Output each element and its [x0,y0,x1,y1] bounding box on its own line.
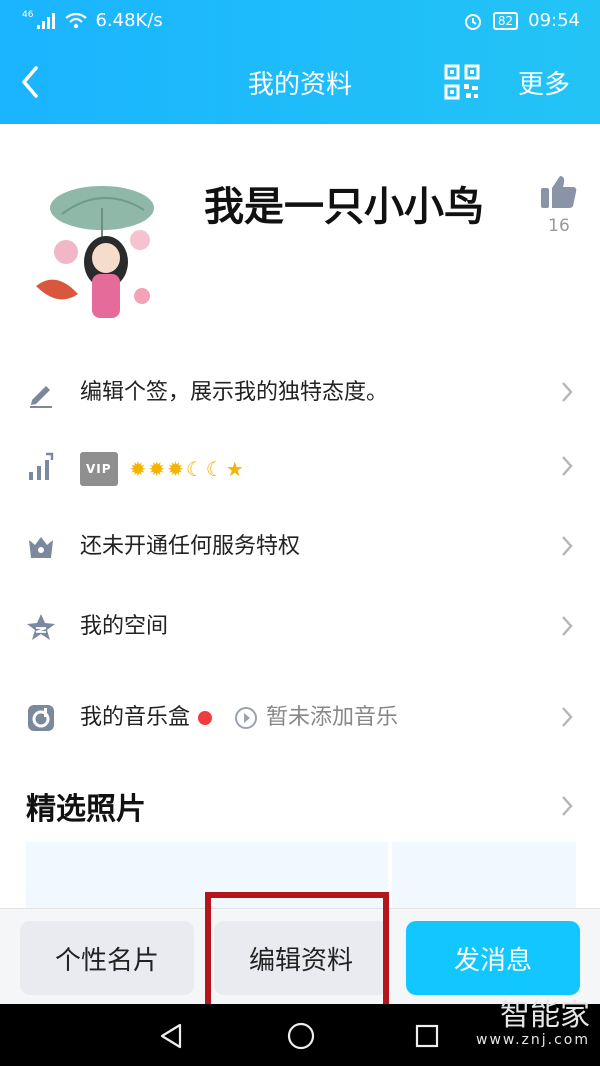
like-count: 16 [548,216,570,236]
thumbs-up-icon[interactable] [539,174,579,210]
notification-dot [198,711,213,725]
chevron-right-icon [562,382,573,402]
music-box-icon [28,705,54,731]
status-bar: 46 6.48K/s 82 09:54 [0,0,600,42]
network-speed: 6.48K/s [95,10,163,31]
photo-thumbnail[interactable] [392,842,576,908]
signature-row[interactable]: 编辑个签，展示我的独特态度。 [0,352,600,432]
my-space-text: 我的空间 [80,614,169,639]
send-message-button[interactable]: 发消息 [406,921,580,995]
more-button[interactable]: 更多 [518,64,570,101]
signal-icon [37,12,56,29]
chevron-right-icon [562,707,573,727]
sun-level-icon: ✹ [167,457,184,481]
crown-icon [29,537,53,558]
chevron-right-icon[interactable] [560,794,574,818]
moon-level-icon: ☾ [185,457,204,481]
watermark-url: www.znj.com [476,1032,590,1048]
top-header: 46 6.48K/s 82 09:54 我的资料 更多 [0,0,600,124]
like-widget[interactable]: 16 [536,174,582,236]
vip-row[interactable]: VIP ✹ ✹ ✹ ☾ ☾ ★ [0,426,600,506]
music-box-row[interactable]: 我的音乐盒 暂未添加音乐 [0,677,600,757]
profile-avatar[interactable] [22,174,178,330]
pencil-icon [30,386,52,408]
nav-back-icon[interactable] [158,1022,184,1050]
highlight-box [205,892,389,1018]
featured-photos-title: 精选照片 [26,792,146,827]
battery-indicator: 82 [492,11,519,30]
qr-code-icon[interactable] [444,64,480,100]
sun-level-icon: ✹ [148,457,166,481]
star-level-icon: ★ [225,457,244,481]
music-box-label: 我的音乐盒 暂未添加音乐 [80,703,398,733]
service-text: 还未开通任何服务特权 [80,534,301,559]
music-status-text: 暂未添加音乐 [266,705,399,730]
clock: 09:54 [528,10,580,31]
alarm-icon [464,13,481,30]
nav-bar: 我的资料 更多 [0,42,600,124]
signature-text: 编辑个签，展示我的独特态度。 [80,380,389,405]
space-star-icon [27,614,55,640]
nav-recents-icon[interactable] [414,1023,440,1049]
moon-level-icon: ☾ [205,457,224,481]
chevron-right-icon [562,456,573,476]
nav-home-icon[interactable] [286,1021,316,1051]
vip-badge: VIP [80,452,118,486]
watermark: 智能家 www.znj.com [476,998,590,1049]
personal-card-button[interactable]: 个性名片 [20,921,194,995]
vip-level: VIP ✹ ✹ ✹ ☾ ☾ ★ [80,452,244,486]
page-title: 我的资料 [247,70,352,100]
network-type: 46 [22,9,34,20]
sun-level-icon: ✹ [129,457,147,481]
music-status: 暂未添加音乐 [234,703,398,733]
play-circle-icon [235,707,258,729]
music-box-text: 我的音乐盒 [80,705,191,730]
my-space-row[interactable]: 我的空间 [0,586,600,666]
chevron-right-icon [562,616,573,636]
nickname: 我是一只小小鸟 [204,184,484,230]
wifi-icon [65,12,88,28]
watermark-brand: 智能家 [500,998,590,1033]
level-bars-icon [29,452,54,480]
service-privilege-row[interactable]: 还未开通任何服务特权 [0,506,600,586]
chevron-right-icon [562,536,573,556]
